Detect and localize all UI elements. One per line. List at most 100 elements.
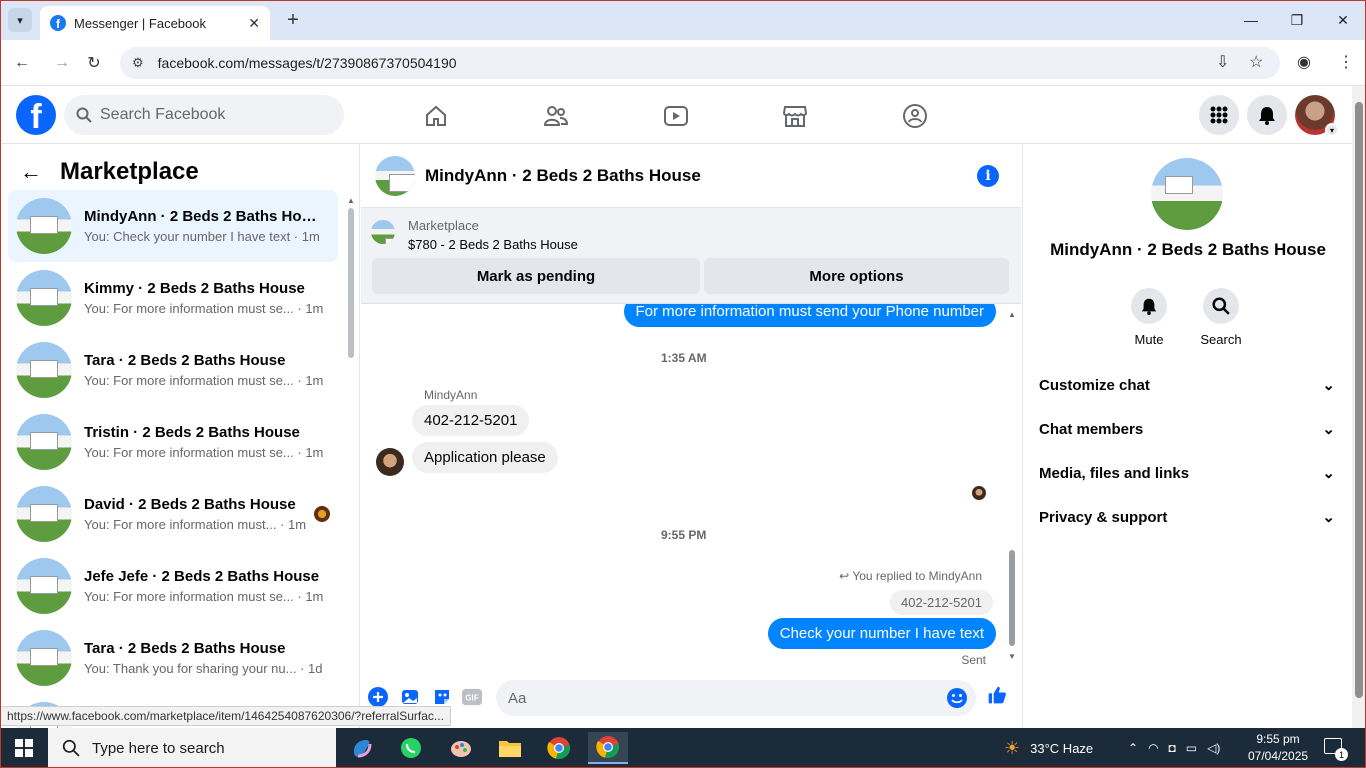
facebook-search-input[interactable] — [100, 106, 320, 124]
mic-icon[interactable]: ◘ — [1169, 741, 1176, 755]
search-action[interactable]: Search — [1191, 288, 1251, 347]
home-icon[interactable] — [422, 102, 450, 130]
media-files-links-section[interactable]: Media, files and links ⌄ — [1031, 451, 1341, 495]
listing-price[interactable]: $780 - 2 Beds 2 Baths House — [408, 237, 578, 252]
facebook-search[interactable] — [64, 95, 344, 135]
sidebar-scrollbar[interactable]: ▲ — [346, 196, 356, 726]
conversation-item[interactable]: Jefe Jefe · 2 Beds 2 Baths House You: Fo… — [8, 550, 338, 622]
video-icon[interactable] — [662, 102, 690, 130]
notification-center-icon[interactable]: 1 — [1324, 738, 1348, 761]
paint-icon[interactable] — [441, 732, 481, 764]
system-tray-icons[interactable]: ⌃ ◠ ◘ ▭ ◁) — [1128, 728, 1220, 768]
file-explorer-icon[interactable] — [490, 732, 530, 764]
privacy-support-section[interactable]: Privacy & support ⌄ — [1031, 495, 1341, 539]
gif-icon[interactable]: GIF — [462, 687, 482, 707]
windows-start-icon[interactable] — [0, 728, 48, 768]
incoming-message[interactable]: Application please — [412, 442, 558, 473]
like-thumb-icon[interactable] — [987, 685, 1007, 705]
taskbar-search[interactable]: Type here to search — [48, 728, 336, 768]
sender-avatar[interactable] — [376, 448, 404, 476]
scroll-down-icon[interactable]: ▼ — [1008, 652, 1016, 661]
marketplace-icon[interactable] — [781, 102, 809, 130]
minimize-button[interactable]: — — [1228, 0, 1274, 40]
menu-grid-icon[interactable] — [1199, 95, 1239, 135]
chat-scrollbar[interactable]: ▲ ▼ — [1007, 310, 1017, 662]
sticker-icon[interactable] — [432, 687, 452, 707]
scroll-up-icon[interactable]: ▲ — [347, 196, 355, 205]
plus-icon[interactable] — [368, 687, 388, 707]
chevron-up-icon[interactable]: ⌃ — [1128, 741, 1138, 755]
forward-button[interactable]: → — [49, 50, 75, 76]
listing-thumbnail[interactable] — [371, 220, 395, 244]
mark-as-pending-button[interactable]: Mark as pending — [372, 258, 700, 294]
notification-count: 1 — [1335, 748, 1348, 761]
tab-search-button[interactable]: ▾ — [8, 8, 32, 32]
incoming-message[interactable]: 402-212-5201 — [412, 405, 530, 436]
conversation-item[interactable]: Tara · 2 Beds 2 Baths House You: Thank y… — [8, 622, 338, 694]
svg-text:GIF: GIF — [465, 694, 479, 703]
install-app-icon[interactable]: ⇩ — [1216, 52, 1229, 72]
chrome-menu-icon[interactable]: ⋮ — [1338, 52, 1354, 72]
photo-icon[interactable] — [400, 687, 420, 707]
message-input-wrapper[interactable] — [496, 680, 976, 716]
reload-button[interactable]: ↻ — [81, 50, 107, 76]
notifications-bell-icon[interactable] — [1247, 95, 1287, 135]
scrollbar-thumb[interactable] — [1009, 550, 1015, 646]
chat-panel: MindyAnn · 2 Beds 2 Baths House i Market… — [361, 144, 1021, 728]
groups-icon[interactable] — [901, 102, 929, 130]
info-icon[interactable]: i — [977, 165, 999, 187]
quoted-message[interactable]: 402-212-5201 — [890, 590, 993, 615]
facebook-logo-icon[interactable]: f — [16, 95, 56, 135]
conversation-snippet: You: Thank you for sharing your nu... · … — [84, 661, 323, 676]
address-bar[interactable]: ⚙ facebook.com/messages/t/27390867370504… — [120, 47, 1280, 79]
close-window-button[interactable]: ✕ — [1320, 0, 1366, 40]
back-button[interactable]: ← — [9, 50, 35, 76]
volume-icon[interactable]: ◁) — [1207, 741, 1220, 755]
weather-widget[interactable]: ☀ 33°C Haze — [1004, 728, 1093, 768]
restore-button[interactable]: ❐ — [1274, 0, 1320, 40]
message-input[interactable] — [508, 689, 928, 707]
emoji-icon[interactable] — [946, 687, 968, 714]
customize-chat-section[interactable]: Customize chat ⌄ — [1031, 363, 1341, 407]
section-label: Media, files and links — [1039, 464, 1190, 482]
windows-taskbar: Type here to search ☀ 33°C Haze ⌃ ◠ ◘ ▭ … — [0, 728, 1366, 768]
whatsapp-icon[interactable] — [391, 732, 431, 764]
outgoing-message[interactable]: For more information must send your Phon… — [623, 304, 996, 327]
copilot-icon[interactable] — [342, 732, 382, 764]
outgoing-message[interactable]: Check your number I have text — [767, 618, 996, 649]
marketplace-listing-banner: Marketplace $780 - 2 Beds 2 Baths House … — [361, 208, 1021, 304]
conversation-item[interactable]: Tristin · 2 Beds 2 Baths House You: For … — [8, 406, 338, 478]
network-icon[interactable]: ◠ — [1148, 741, 1158, 755]
chat-members-section[interactable]: Chat members ⌄ — [1031, 407, 1341, 451]
conversation-item[interactable]: MindyAnn · 2 Beds 2 Baths House You: Che… — [8, 190, 338, 262]
chrome-icon[interactable] — [539, 732, 579, 764]
link-hover-status: https://www.facebook.com/marketplace/ite… — [0, 706, 451, 726]
profile-icon[interactable]: ◉ — [1297, 52, 1311, 72]
chat-title[interactable]: MindyAnn · 2 Beds 2 Baths House — [425, 166, 701, 186]
close-tab-icon[interactable]: ✕ — [248, 15, 260, 32]
battery-icon[interactable]: ▭ — [1186, 741, 1197, 755]
browser-tab[interactable]: f Messenger | Facebook ✕ — [40, 6, 270, 40]
scroll-up-icon[interactable]: ▲ — [1008, 310, 1016, 319]
chat-profile-picture[interactable] — [1151, 158, 1223, 230]
chrome-profile-icon[interactable] — [588, 732, 628, 764]
page-scrollbar[interactable] — [1352, 86, 1366, 728]
read-receipt-avatar — [972, 486, 986, 500]
site-info-icon[interactable]: ⚙ — [132, 55, 144, 71]
scrollbar-thumb[interactable] — [348, 208, 354, 358]
account-avatar[interactable]: ▾ — [1295, 95, 1339, 137]
more-options-button[interactable]: More options — [704, 258, 1009, 294]
conversation-item[interactable]: David · 2 Beds 2 Baths House You: For mo… — [8, 478, 338, 550]
conversation-item[interactable]: Tara · 2 Beds 2 Baths House You: For mor… — [8, 334, 338, 406]
bookmark-star-icon[interactable]: ☆ — [1249, 52, 1263, 72]
scrollbar-thumb[interactable] — [1355, 102, 1363, 698]
mute-action[interactable]: Mute — [1119, 288, 1179, 347]
chevron-down-icon: ⌄ — [1322, 377, 1335, 394]
new-tab-button[interactable]: + — [282, 8, 304, 32]
chat-avatar[interactable] — [375, 155, 415, 196]
search-label: Search — [1200, 332, 1242, 347]
taskbar-clock[interactable]: 9:55 pm 07/04/2025 — [1248, 731, 1308, 765]
conversation-item[interactable]: Kimmy · 2 Beds 2 Baths House You: For mo… — [8, 262, 338, 334]
back-arrow-icon[interactable]: ← — [20, 159, 42, 185]
friends-icon[interactable] — [542, 102, 570, 130]
